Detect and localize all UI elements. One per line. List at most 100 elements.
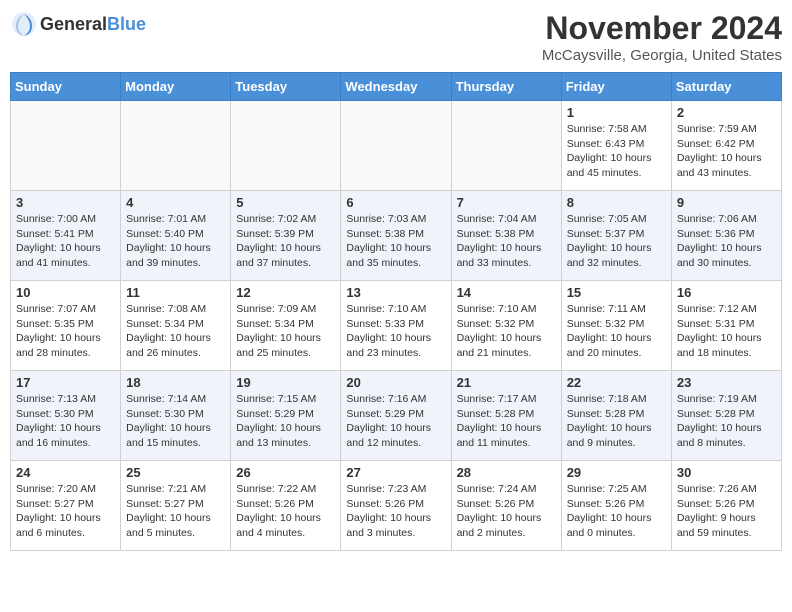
week-row-3: 10 Sunrise: 7:07 AMSunset: 5:35 PMDayligh… (11, 281, 782, 371)
day-info: Sunrise: 7:12 AMSunset: 5:31 PMDaylight:… (677, 302, 776, 361)
day-info: Sunrise: 7:15 AMSunset: 5:29 PMDaylight:… (236, 392, 335, 451)
logo-icon (10, 10, 38, 38)
day-number: 22 (567, 375, 666, 390)
week-row-2: 3 Sunrise: 7:00 AMSunset: 5:41 PMDaylight… (11, 191, 782, 281)
day-info: Sunrise: 7:00 AMSunset: 5:41 PMDaylight:… (16, 212, 115, 271)
day-info: Sunrise: 7:58 AMSunset: 6:43 PMDaylight:… (567, 122, 666, 181)
day-cell-2: 2 Sunrise: 7:59 AMSunset: 6:42 PMDaylight… (671, 101, 781, 191)
day-info: Sunrise: 7:09 AMSunset: 5:34 PMDaylight:… (236, 302, 335, 361)
day-cell-21: 21Sunrise: 7:17 AMSunset: 5:28 PMDayligh… (451, 371, 561, 461)
logo-text: GeneralBlue (40, 14, 146, 35)
day-number: 7 (457, 195, 556, 210)
day-cell-9: 9 Sunrise: 7:06 AMSunset: 5:36 PMDaylight… (671, 191, 781, 281)
day-cell-22: 22 Sunrise: 7:18 AMSunset: 5:28 PMDayligh… (561, 371, 671, 461)
day-cell-30: 30Sunrise: 7:26 AMSunset: 5:26 PMDayligh… (671, 461, 781, 551)
day-info: Sunrise: 7:18 AMSunset: 5:28 PMDaylight:… (567, 392, 666, 451)
day-number: 12 (236, 285, 335, 300)
day-number: 1 (567, 105, 666, 120)
day-cell-14: 14 Sunrise: 7:10 AMSunset: 5:32 PMDayligh… (451, 281, 561, 371)
day-info: Sunrise: 7:13 AMSunset: 5:30 PMDaylight:… (16, 392, 115, 451)
day-cell-empty-0-0 (11, 101, 121, 191)
day-cell-3: 3 Sunrise: 7:00 AMSunset: 5:41 PMDaylight… (11, 191, 121, 281)
day-cell-empty-0-1 (121, 101, 231, 191)
day-cell-18: 18Sunrise: 7:14 AMSunset: 5:30 PMDayligh… (121, 371, 231, 461)
day-info: Sunrise: 7:11 AMSunset: 5:32 PMDaylight:… (567, 302, 666, 361)
day-number: 2 (677, 105, 776, 120)
day-number: 4 (126, 195, 225, 210)
day-number: 24 (16, 465, 115, 480)
day-info: Sunrise: 7:16 AMSunset: 5:29 PMDaylight:… (346, 392, 445, 451)
day-cell-10: 10 Sunrise: 7:07 AMSunset: 5:35 PMDayligh… (11, 281, 121, 371)
day-number: 20 (346, 375, 445, 390)
weekday-header-monday: Monday (121, 73, 231, 101)
weekday-header-friday: Friday (561, 73, 671, 101)
day-info: Sunrise: 7:26 AMSunset: 5:26 PMDaylight:… (677, 482, 776, 541)
day-info: Sunrise: 7:22 AMSunset: 5:26 PMDaylight:… (236, 482, 335, 541)
day-cell-7: 7Sunrise: 7:04 AMSunset: 5:38 PMDaylight… (451, 191, 561, 281)
day-info: Sunrise: 7:03 AMSunset: 5:38 PMDaylight:… (346, 212, 445, 271)
day-info: Sunrise: 7:05 AMSunset: 5:37 PMDaylight:… (567, 212, 666, 271)
day-number: 26 (236, 465, 335, 480)
weekday-header-wednesday: Wednesday (341, 73, 451, 101)
day-cell-15: 15 Sunrise: 7:11 AMSunset: 5:32 PMDayligh… (561, 281, 671, 371)
day-cell-13: 13Sunrise: 7:10 AMSunset: 5:33 PMDayligh… (341, 281, 451, 371)
day-cell-16: 16 Sunrise: 7:12 AMSunset: 5:31 PMDayligh… (671, 281, 781, 371)
logo-blue: Blue (107, 14, 146, 34)
day-number: 27 (346, 465, 445, 480)
day-number: 23 (677, 375, 776, 390)
day-cell-empty-0-3 (341, 101, 451, 191)
day-cell-empty-0-2 (231, 101, 341, 191)
day-info: Sunrise: 7:10 AMSunset: 5:32 PMDaylight:… (457, 302, 556, 361)
day-cell-11: 11 Sunrise: 7:08 AMSunset: 5:34 PMDayligh… (121, 281, 231, 371)
day-number: 5 (236, 195, 335, 210)
day-cell-24: 24Sunrise: 7:20 AMSunset: 5:27 PMDayligh… (11, 461, 121, 551)
day-number: 13 (346, 285, 445, 300)
day-number: 15 (567, 285, 666, 300)
weekday-header-row: SundayMondayTuesdayWednesdayThursdayFrid… (11, 73, 782, 101)
day-number: 28 (457, 465, 556, 480)
day-info: Sunrise: 7:17 AMSunset: 5:28 PMDaylight:… (457, 392, 556, 451)
week-row-5: 24Sunrise: 7:20 AMSunset: 5:27 PMDayligh… (11, 461, 782, 551)
day-number: 11 (126, 285, 225, 300)
day-cell-12: 12 Sunrise: 7:09 AMSunset: 5:34 PMDayligh… (231, 281, 341, 371)
day-cell-20: 20 Sunrise: 7:16 AMSunset: 5:29 PMDayligh… (341, 371, 451, 461)
day-cell-23: 23 Sunrise: 7:19 AMSunset: 5:28 PMDayligh… (671, 371, 781, 461)
day-cell-4: 4 Sunrise: 7:01 AMSunset: 5:40 PMDaylight… (121, 191, 231, 281)
day-info: Sunrise: 7:06 AMSunset: 5:36 PMDaylight:… (677, 212, 776, 271)
day-info: Sunrise: 7:02 AMSunset: 5:39 PMDaylight:… (236, 212, 335, 271)
day-cell-27: 27 Sunrise: 7:23 AMSunset: 5:26 PMDayligh… (341, 461, 451, 551)
day-number: 18 (126, 375, 225, 390)
day-info: Sunrise: 7:08 AMSunset: 5:34 PMDaylight:… (126, 302, 225, 361)
day-info: Sunrise: 7:59 AMSunset: 6:42 PMDaylight:… (677, 122, 776, 181)
weekday-header-tuesday: Tuesday (231, 73, 341, 101)
day-number: 29 (567, 465, 666, 480)
day-number: 25 (126, 465, 225, 480)
day-info: Sunrise: 7:07 AMSunset: 5:35 PMDaylight:… (16, 302, 115, 361)
day-info: Sunrise: 7:19 AMSunset: 5:28 PMDaylight:… (677, 392, 776, 451)
day-number: 3 (16, 195, 115, 210)
location: McCaysville, Georgia, United States (542, 47, 782, 64)
weekday-header-sunday: Sunday (11, 73, 121, 101)
day-info: Sunrise: 7:21 AMSunset: 5:27 PMDaylight:… (126, 482, 225, 541)
week-row-4: 17Sunrise: 7:13 AMSunset: 5:30 PMDayligh… (11, 371, 782, 461)
day-number: 9 (677, 195, 776, 210)
day-cell-19: 19 Sunrise: 7:15 AMSunset: 5:29 PMDayligh… (231, 371, 341, 461)
day-number: 10 (16, 285, 115, 300)
day-cell-25: 25 Sunrise: 7:21 AMSunset: 5:27 PMDayligh… (121, 461, 231, 551)
calendar-table: SundayMondayTuesdayWednesdayThursdayFrid… (10, 72, 782, 551)
day-cell-17: 17Sunrise: 7:13 AMSunset: 5:30 PMDayligh… (11, 371, 121, 461)
day-cell-26: 26 Sunrise: 7:22 AMSunset: 5:26 PMDayligh… (231, 461, 341, 551)
day-number: 6 (346, 195, 445, 210)
day-cell-28: 28Sunrise: 7:24 AMSunset: 5:26 PMDayligh… (451, 461, 561, 551)
day-number: 16 (677, 285, 776, 300)
day-number: 14 (457, 285, 556, 300)
title-section: November 2024 McCaysville, Georgia, Unit… (542, 10, 782, 64)
logo: GeneralBlue (10, 10, 146, 38)
day-info: Sunrise: 7:01 AMSunset: 5:40 PMDaylight:… (126, 212, 225, 271)
day-cell-8: 8Sunrise: 7:05 AMSunset: 5:37 PMDaylight… (561, 191, 671, 281)
month-title: November 2024 (542, 10, 782, 47)
day-cell-1: 1 Sunrise: 7:58 AMSunset: 6:43 PMDaylight… (561, 101, 671, 191)
day-info: Sunrise: 7:23 AMSunset: 5:26 PMDaylight:… (346, 482, 445, 541)
day-number: 19 (236, 375, 335, 390)
day-info: Sunrise: 7:25 AMSunset: 5:26 PMDaylight:… (567, 482, 666, 541)
